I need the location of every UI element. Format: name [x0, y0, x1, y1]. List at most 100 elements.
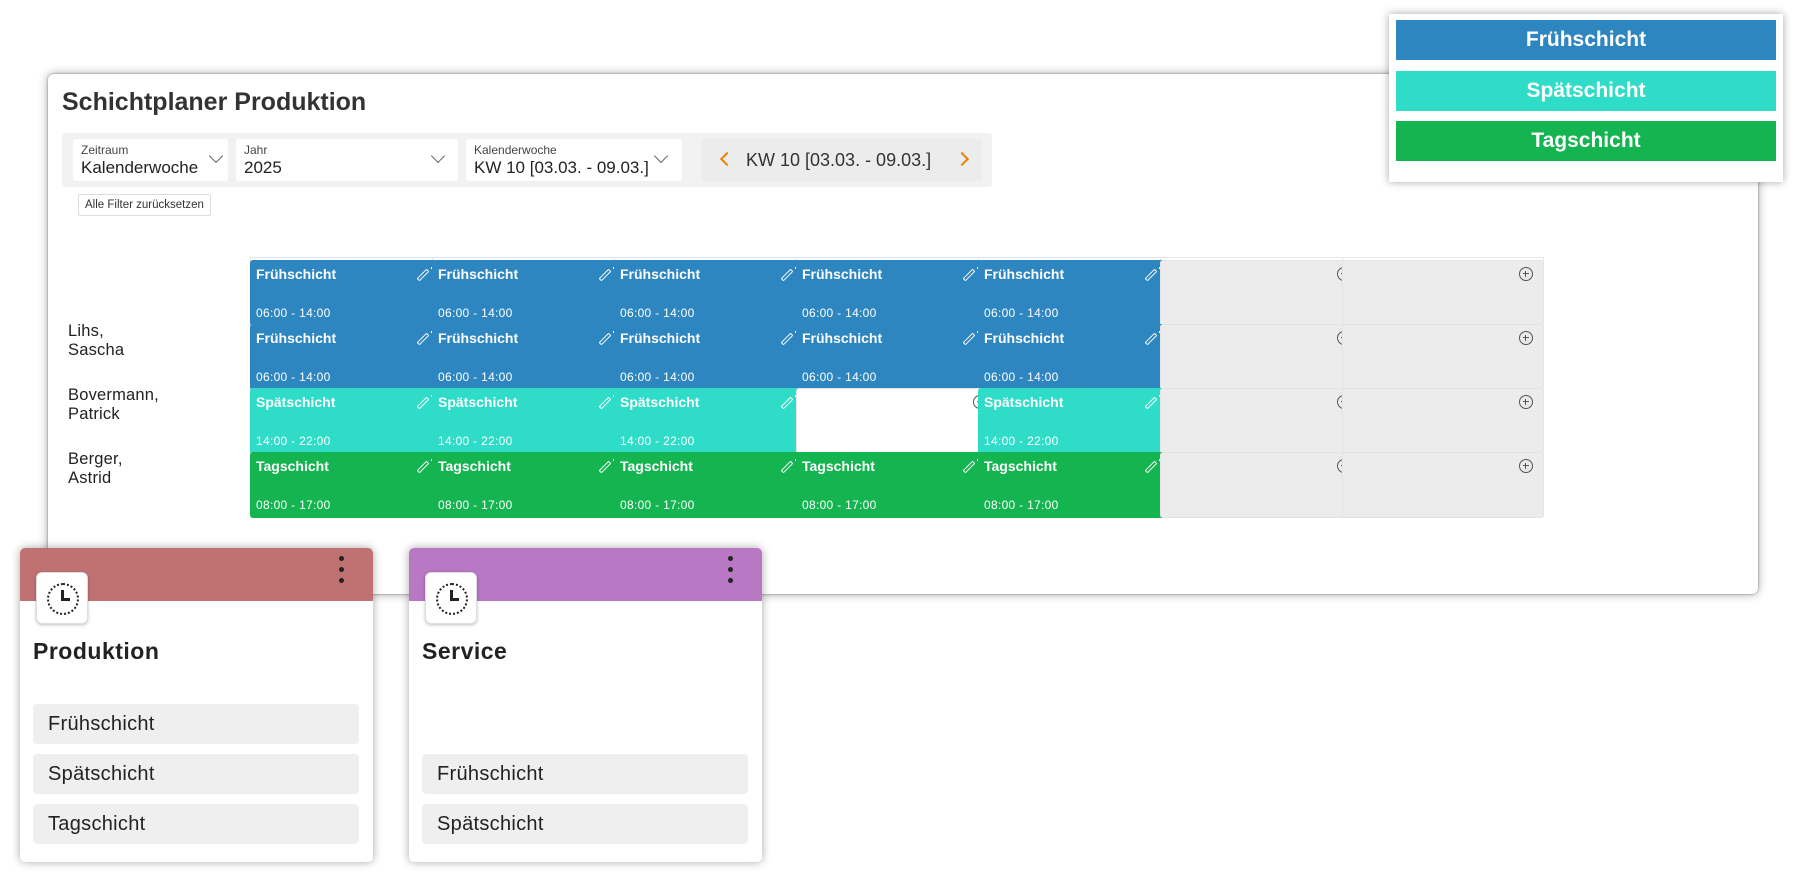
empty-shift-cell[interactable]: [1342, 388, 1544, 454]
jahr-value: 2025: [244, 158, 282, 177]
shift-time: 06:00 - 14:00: [438, 306, 513, 320]
shift-cell[interactable]: Frühschicht 06:00 - 14:00: [250, 324, 452, 390]
shift-name: Spätschicht: [620, 394, 700, 410]
card-shift-item[interactable]: Tagschicht: [33, 804, 359, 844]
empty-shift-cell[interactable]: [1160, 388, 1362, 454]
edit-pencil-icon[interactable]: [1144, 460, 1158, 474]
edit-pencil-icon[interactable]: [780, 460, 794, 474]
shift-time: 14:00 - 22:00: [438, 434, 513, 448]
shift-name: Tagschicht: [438, 458, 511, 474]
add-circle-icon[interactable]: [1519, 331, 1533, 345]
shift-cell[interactable]: Frühschicht 06:00 - 14:00: [614, 260, 816, 326]
reset-filters-button[interactable]: Alle Filter zurücksetzen: [78, 194, 211, 216]
kalenderwoche-label: Kalenderwoche: [474, 143, 557, 157]
legend-item-tagschicht: Tagschicht: [1396, 121, 1776, 161]
card-shift-item[interactable]: Spätschicht: [422, 804, 748, 844]
edit-pencil-icon[interactable]: [598, 332, 612, 346]
previous-week-icon[interactable]: [719, 151, 735, 167]
edit-pencil-icon[interactable]: [598, 268, 612, 282]
edit-pencil-icon[interactable]: [1144, 396, 1158, 410]
department-card[interactable]: Service Frühschicht Spätschicht: [409, 548, 762, 862]
edit-pencil-icon[interactable]: [1144, 332, 1158, 346]
shift-name: Frühschicht: [256, 330, 337, 346]
shift-cell[interactable]: Tagschicht 08:00 - 17:00: [978, 452, 1180, 518]
kalenderwoche-value: KW 10 [03.03. - 09.03.]: [474, 158, 649, 177]
shift-cell[interactable]: Tagschicht 08:00 - 17:00: [614, 452, 816, 518]
edit-pencil-icon[interactable]: [962, 332, 976, 346]
edit-pencil-icon[interactable]: [780, 396, 794, 410]
shift-cell[interactable]: Tagschicht 08:00 - 17:00: [432, 452, 634, 518]
edit-pencil-icon[interactable]: [780, 332, 794, 346]
shift-name: Frühschicht: [620, 330, 701, 346]
edit-pencil-icon[interactable]: [962, 460, 976, 474]
shift-cell[interactable]: Frühschicht 06:00 - 14:00: [796, 324, 998, 390]
shift-cell[interactable]: Tagschicht 08:00 - 17:00: [250, 452, 452, 518]
edit-pencil-icon[interactable]: [416, 332, 430, 346]
shift-time: 08:00 - 17:00: [802, 498, 877, 512]
empty-shift-cell[interactable]: [1342, 260, 1544, 326]
shift-name: Tagschicht: [984, 458, 1057, 474]
jahr-select[interactable]: Jahr 2025: [236, 139, 458, 181]
empty-shift-cell[interactable]: [1342, 324, 1544, 390]
shift-time: 08:00 - 17:00: [984, 498, 1059, 512]
zeitraum-select[interactable]: Zeitraum Kalenderwoche: [73, 139, 228, 181]
kalenderwoche-select[interactable]: Kalenderwoche KW 10 [03.03. - 09.03.]: [466, 139, 682, 181]
shift-name: Frühschicht: [438, 330, 519, 346]
shift-name: Frühschicht: [438, 266, 519, 282]
shift-cell[interactable]: Frühschicht 06:00 - 14:00: [614, 324, 816, 390]
shift-cell[interactable]: Frühschicht 06:00 - 14:00: [978, 324, 1180, 390]
edit-pencil-icon[interactable]: [416, 268, 430, 282]
edit-pencil-icon[interactable]: [962, 268, 976, 282]
edit-pencil-icon[interactable]: [598, 396, 612, 410]
more-vertical-icon[interactable]: [728, 556, 734, 592]
card-shift-item[interactable]: Frühschicht: [422, 754, 748, 794]
empty-shift-cell[interactable]: [1342, 452, 1544, 518]
edit-pencil-icon[interactable]: [416, 396, 430, 410]
shift-cell[interactable]: Frühschicht 06:00 - 14:00: [250, 260, 452, 326]
employee-name: Berger, Astrid: [68, 450, 123, 487]
shift-cell[interactable]: Tagschicht 08:00 - 17:00: [796, 452, 998, 518]
shift-time: 14:00 - 22:00: [984, 434, 1059, 448]
shift-name: Spätschicht: [438, 394, 518, 410]
edit-pencil-icon[interactable]: [1144, 268, 1158, 282]
shift-cell[interactable]: Spätschicht 14:00 - 22:00: [978, 388, 1180, 454]
shift-time: 06:00 - 14:00: [620, 306, 695, 320]
add-circle-icon[interactable]: [1519, 267, 1533, 281]
shift-cell[interactable]: Frühschicht 06:00 - 14:00: [432, 260, 634, 326]
card-title: Service: [422, 638, 508, 664]
card-shift-item[interactable]: Frühschicht: [33, 704, 359, 744]
more-vertical-icon[interactable]: [339, 556, 345, 592]
card-shift-item[interactable]: Spätschicht: [33, 754, 359, 794]
shift-time: 06:00 - 14:00: [620, 370, 695, 384]
shift-time: 14:00 - 22:00: [256, 434, 331, 448]
shift-cell[interactable]: Spätschicht 14:00 - 22:00: [432, 388, 634, 454]
zeitraum-label: Zeitraum: [81, 143, 129, 157]
shift-cell[interactable]: Spätschicht 14:00 - 22:00: [614, 388, 816, 454]
employee-name: Bovermann, Patrick: [68, 386, 159, 423]
next-week-icon[interactable]: [954, 151, 970, 167]
shift-cell[interactable]: Frühschicht 06:00 - 14:00: [432, 324, 634, 390]
add-circle-icon[interactable]: [1519, 459, 1533, 473]
edit-pencil-icon[interactable]: [416, 460, 430, 474]
empty-shift-cell[interactable]: [1160, 452, 1362, 518]
add-circle-icon[interactable]: [1519, 395, 1533, 409]
shift-time: 06:00 - 14:00: [438, 370, 513, 384]
shift-name: Frühschicht: [620, 266, 701, 282]
edit-pencil-icon[interactable]: [598, 460, 612, 474]
shift-time: 06:00 - 14:00: [256, 306, 331, 320]
shift-time: 08:00 - 17:00: [256, 498, 331, 512]
department-card[interactable]: Produktion Frühschicht Spätschicht Tagschic…: [20, 548, 373, 862]
week-nav-label: KW 10 [03.03. - 09.03.]: [746, 150, 932, 170]
shift-name: Tagschicht: [256, 458, 329, 474]
empty-shift-cell[interactable]: [1160, 260, 1362, 326]
empty-shift-cell[interactable]: [1160, 324, 1362, 390]
edit-pencil-icon[interactable]: [780, 268, 794, 282]
shift-time: 08:00 - 17:00: [620, 498, 695, 512]
shift-name: Frühschicht: [984, 266, 1065, 282]
shift-cell[interactable]: Frühschicht 06:00 - 14:00: [796, 260, 998, 326]
shift-cell[interactable]: Spätschicht 14:00 - 22:00: [250, 388, 452, 454]
shift-cell[interactable]: Frühschicht 06:00 - 14:00: [978, 260, 1180, 326]
clock-icon: [36, 572, 88, 624]
empty-shift-cell[interactable]: [796, 388, 998, 454]
shift-time: 06:00 - 14:00: [984, 370, 1059, 384]
